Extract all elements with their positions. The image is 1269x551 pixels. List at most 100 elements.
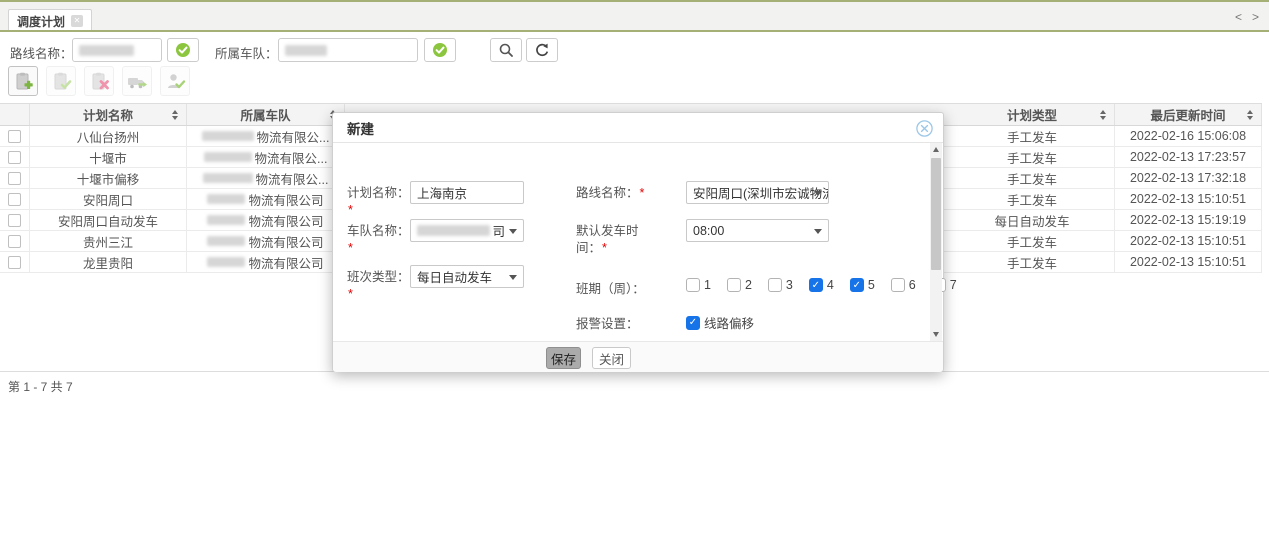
tab-scroll-left-icon[interactable]: < bbox=[1235, 10, 1242, 24]
plan-type-cell: 手工发车 bbox=[950, 168, 1115, 188]
alarm-checkbox-row: 线路偏移 bbox=[686, 313, 765, 332]
plan-name-field-input[interactable]: 上海南京 bbox=[410, 181, 524, 204]
plan-type-cell: 手工发车 bbox=[950, 147, 1115, 167]
fleet-cell: 物流有限公司 bbox=[187, 252, 345, 272]
dispatch-plan-screen: 调度计划 ✕ < > 路线名称： 所属车队： bbox=[0, 0, 1269, 551]
green-check-circle-icon bbox=[432, 42, 448, 58]
fleet-cell: 物流有限公司 bbox=[187, 189, 345, 209]
shift-type-field-label: 班次类型：* bbox=[347, 269, 411, 303]
plan-type-cell: 手工发车 bbox=[950, 252, 1115, 272]
dialog-body: 计划名称：* 上海南京 路线名称：* 安阳周口(深圳市宏诚物流有 车队名称：* … bbox=[333, 143, 943, 341]
fleet-name-field-select[interactable]: 司 bbox=[410, 219, 524, 242]
route-deviation-checkbox[interactable] bbox=[686, 316, 700, 330]
assign-driver-button[interactable] bbox=[160, 66, 190, 96]
updated-cell: 2022-02-13 17:23:57 bbox=[1115, 147, 1262, 167]
dialog-scrollbar[interactable] bbox=[930, 143, 942, 341]
fleet-cell: 物流有限公... bbox=[187, 126, 345, 146]
updated-cell: 2022-02-13 17:32:18 bbox=[1115, 168, 1262, 188]
add-plan-icon bbox=[13, 71, 34, 92]
scrollbar-thumb[interactable] bbox=[931, 158, 941, 270]
add-plan-button[interactable] bbox=[8, 66, 38, 96]
week-schedule-checkbox-group: 1 2 3 4 5 6 7 bbox=[686, 278, 968, 292]
week-4-checkbox[interactable] bbox=[809, 278, 823, 292]
week-2-checkbox[interactable] bbox=[727, 278, 741, 292]
header-last-updated[interactable]: 最后更新时间 bbox=[1115, 104, 1262, 125]
shift-type-field-select[interactable]: 每日自动发车 bbox=[410, 265, 524, 288]
tab-scroll-nav: < > bbox=[1235, 10, 1259, 24]
sort-icon[interactable] bbox=[1100, 110, 1107, 120]
fleet-cell: 物流有限公司 bbox=[187, 231, 345, 251]
dialog-header[interactable]: 新建 bbox=[333, 113, 943, 143]
fleet-input[interactable] bbox=[278, 38, 418, 62]
dialog-close-icon[interactable] bbox=[916, 120, 933, 137]
edit-plan-button[interactable] bbox=[46, 66, 76, 96]
row-checkbox[interactable] bbox=[8, 193, 21, 206]
plan-name-cell: 龙里贵阳 bbox=[30, 252, 187, 272]
delete-plan-button[interactable] bbox=[84, 66, 114, 96]
tab-title: 调度计划 bbox=[17, 13, 65, 30]
assign-driver-icon bbox=[165, 71, 186, 92]
refresh-button[interactable] bbox=[526, 38, 558, 62]
plan-type-cell: 手工发车 bbox=[950, 189, 1115, 209]
dialog-footer: 保存 关闭 bbox=[333, 341, 943, 372]
week-5-checkbox[interactable] bbox=[850, 278, 864, 292]
sort-icon[interactable] bbox=[172, 110, 179, 120]
header-plan-type[interactable]: 计划类型 bbox=[950, 104, 1115, 125]
plan-name-cell: 十堰市偏移 bbox=[30, 168, 187, 188]
header-plan-name[interactable]: 计划名称 bbox=[30, 104, 187, 125]
alarm-settings-label: 报警设置： bbox=[576, 316, 639, 333]
plan-name-cell: 安阳周口自动发车 bbox=[30, 210, 187, 230]
plan-name-cell: 安阳周口 bbox=[30, 189, 187, 209]
plan-name-cell: 八仙台扬州 bbox=[30, 126, 187, 146]
week-1-checkbox[interactable] bbox=[686, 278, 700, 292]
week-3-checkbox[interactable] bbox=[768, 278, 782, 292]
refresh-icon bbox=[534, 42, 550, 58]
route-name-input[interactable] bbox=[72, 38, 162, 62]
plan-type-cell: 每日自动发车 bbox=[950, 210, 1115, 230]
row-checkbox[interactable] bbox=[8, 235, 21, 248]
row-checkbox[interactable] bbox=[8, 172, 21, 185]
sort-icon[interactable] bbox=[1247, 110, 1254, 120]
tab-bar-underline bbox=[0, 30, 1269, 32]
dialog-title: 新建 bbox=[347, 118, 374, 138]
route-name-field-select[interactable]: 安阳周口(深圳市宏诚物流有 bbox=[686, 181, 829, 204]
updated-cell: 2022-02-16 15:06:08 bbox=[1115, 126, 1262, 146]
plan-name-cell: 十堰市 bbox=[30, 147, 187, 167]
search-button[interactable] bbox=[490, 38, 522, 62]
dispatch-vehicle-button[interactable] bbox=[122, 66, 152, 96]
row-checkbox[interactable] bbox=[8, 151, 21, 164]
route-select-confirm-button[interactable] bbox=[167, 38, 199, 62]
header-select-column bbox=[0, 104, 30, 125]
week-6-checkbox[interactable] bbox=[891, 278, 905, 292]
week-schedule-label: 班期（周）： bbox=[576, 281, 645, 298]
tab-scroll-right-icon[interactable]: > bbox=[1252, 10, 1259, 24]
header-fleet[interactable]: 所属车队 bbox=[187, 104, 345, 125]
delete-plan-icon bbox=[89, 71, 110, 92]
green-check-circle-icon bbox=[175, 42, 191, 58]
chevron-down-icon bbox=[509, 229, 517, 234]
fleet-label: 所属车队： bbox=[215, 43, 278, 62]
row-checkbox[interactable] bbox=[8, 130, 21, 143]
row-checkbox[interactable] bbox=[8, 256, 21, 269]
updated-cell: 2022-02-13 15:10:51 bbox=[1115, 189, 1262, 209]
route-name-label: 路线名称： bbox=[10, 43, 73, 62]
default-time-field-label: 默认发车时间：* bbox=[576, 223, 654, 257]
fleet-cell: 物流有限公... bbox=[187, 168, 345, 188]
default-time-field-select[interactable]: 08:00 bbox=[686, 219, 829, 242]
scroll-down-icon[interactable] bbox=[930, 328, 942, 341]
close-button[interactable]: 关闭 bbox=[592, 347, 631, 369]
dispatch-vehicle-icon bbox=[126, 71, 148, 92]
search-icon bbox=[498, 42, 514, 58]
save-button[interactable]: 保存 bbox=[546, 347, 581, 369]
redacted-fleet-name bbox=[417, 225, 490, 236]
updated-cell: 2022-02-13 15:10:51 bbox=[1115, 231, 1262, 251]
pagination-info: 第 1 - 7 共 7 bbox=[8, 378, 73, 395]
tab-dispatch-plan[interactable]: 调度计划 ✕ bbox=[8, 9, 92, 32]
tab-bar: 调度计划 ✕ < > bbox=[0, 2, 1269, 30]
tab-close-icon[interactable]: ✕ bbox=[71, 15, 83, 27]
fleet-select-confirm-button[interactable] bbox=[424, 38, 456, 62]
fleet-cell: 物流有限公... bbox=[187, 147, 345, 167]
row-checkbox[interactable] bbox=[8, 214, 21, 227]
new-plan-dialog: 新建 计划名称：* 上海南京 路线名称：* 安阳周口(深圳市宏诚物流有 车队名称… bbox=[332, 112, 944, 372]
scroll-up-icon[interactable] bbox=[930, 143, 942, 156]
